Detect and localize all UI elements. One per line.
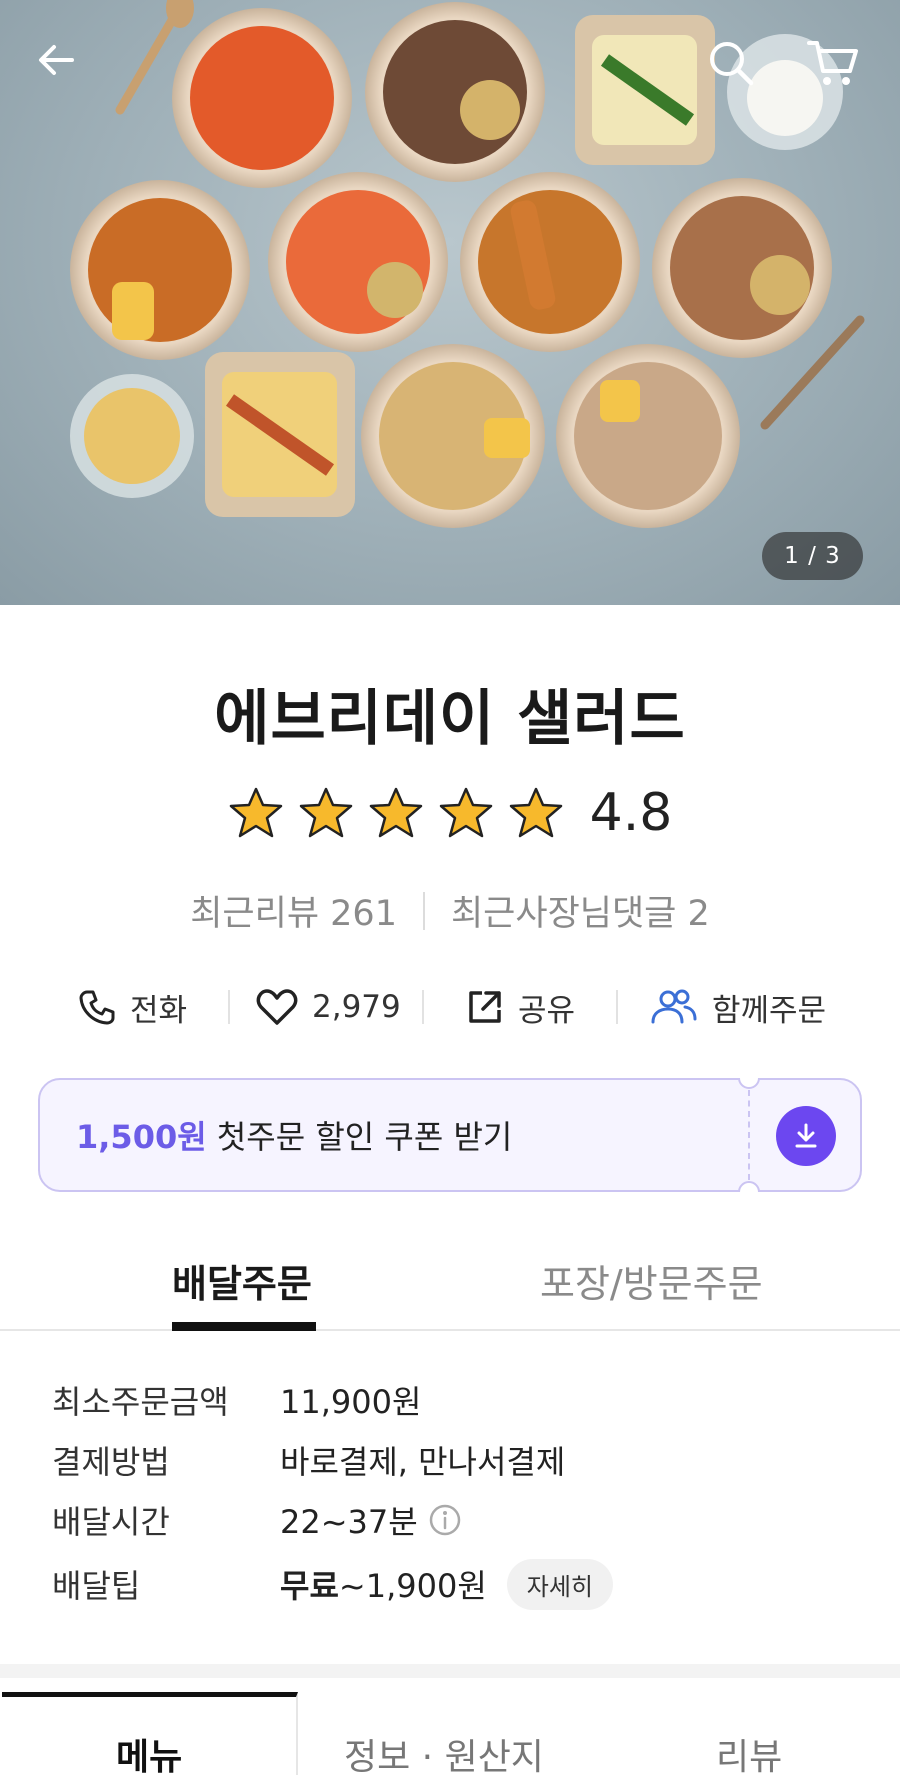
share-label: 공유 — [518, 992, 576, 1029]
like-button[interactable]: 2,979 — [256, 988, 401, 1026]
divider — [616, 990, 618, 1024]
owner-replies-link[interactable]: 최근사장님댓글 2 — [451, 885, 710, 936]
star-icon — [439, 787, 492, 838]
heart-icon — [256, 989, 298, 1025]
coupon-perforation — [748, 1090, 750, 1180]
delivery-fee-detail-button[interactable]: 자세히 — [506, 1558, 614, 1610]
delivery-fee-range: ~1,900원 — [338, 1567, 487, 1605]
tab-menu[interactable]: 메뉴 — [116, 1728, 182, 1775]
store-section-tabs: 메뉴 정보 · 원산지 리뷰 — [0, 1690, 900, 1775]
star-icon — [229, 787, 282, 838]
store-name: 에브리데이 샐러드 — [214, 684, 686, 754]
divider — [422, 990, 424, 1024]
call-label: 전화 — [130, 992, 188, 1029]
tab-info-origin[interactable]: 정보 · 원산지 — [344, 1728, 544, 1775]
store-hero-image[interactable]: 1 / 3 — [0, 0, 900, 605]
download-icon — [795, 1123, 817, 1148]
cart-icon — [807, 41, 858, 85]
coupon-notch — [738, 1181, 760, 1192]
arrow-left-icon — [39, 45, 74, 75]
rating-row[interactable]: 4.8 — [0, 783, 900, 843]
delivery-fee-group: 무료~1,900원 자세히 — [280, 1558, 614, 1610]
search-button[interactable] — [706, 38, 766, 98]
search-icon — [710, 42, 754, 86]
coupon-download-button[interactable] — [776, 1106, 836, 1166]
group-order-button[interactable]: 함께주문 — [650, 985, 826, 1030]
min-order-value: 11,900원 — [280, 1383, 422, 1421]
tab-pickup-order[interactable]: 포장/방문주문 — [540, 1253, 763, 1308]
group-order-label: 함께주문 — [712, 992, 827, 1029]
info-row-delivery-time: 배달시간 22~37분 — [52, 1498, 852, 1542]
info-row-min-order: 최소주문금액 11,900원 — [52, 1378, 852, 1422]
info-icon[interactable] — [428, 1503, 462, 1537]
delivery-fee-label: 배달팁 — [52, 1567, 141, 1605]
info-row-payment: 결제방법 바로결제, 만나서결제 — [52, 1438, 852, 1482]
recent-reviews-link[interactable]: 최근리뷰 261 — [190, 885, 397, 936]
phone-icon — [79, 990, 115, 1025]
delivery-fee-value: 무료~1,900원 — [280, 1561, 487, 1607]
min-order-label: 최소주문금액 — [52, 1383, 229, 1421]
delivery-fee-free: 무료 — [280, 1567, 339, 1605]
store-actions: 전화 2,979 공유 함께주문 — [60, 975, 850, 1039]
delivery-time-group: 22~37분 — [280, 1497, 462, 1543]
section-divider — [0, 1664, 900, 1678]
star-icon — [509, 787, 562, 838]
delivery-time-value: 22~37분 — [280, 1503, 418, 1541]
payment-value: 바로결제, 만나서결제 — [280, 1443, 566, 1481]
payment-label: 결제방법 — [52, 1443, 170, 1481]
share-icon — [469, 991, 501, 1023]
first-order-coupon[interactable]: 1,500원 첫주문 할인 쿠폰 받기 — [38, 1078, 862, 1192]
call-button[interactable]: 전화 — [78, 985, 187, 1030]
group-users-icon — [651, 989, 697, 1024]
tab-delivery-order[interactable]: 배달주문 — [172, 1253, 312, 1308]
coupon-description: 첫주문 할인 쿠폰 받기 — [216, 1118, 513, 1156]
star-icon — [299, 787, 352, 838]
like-count: 2,979 — [312, 989, 401, 1025]
divider — [422, 891, 425, 930]
active-tab-indicator — [172, 1322, 316, 1331]
cart-button[interactable] — [806, 38, 866, 98]
star-icon — [369, 787, 422, 838]
back-button[interactable] — [34, 38, 94, 98]
delivery-time-label: 배달시간 — [52, 1503, 170, 1541]
coupon-text: 1,500원 첫주문 할인 쿠폰 받기 — [76, 1112, 512, 1158]
coupon-notch — [738, 1078, 760, 1089]
rating-value: 4.8 — [589, 783, 673, 843]
coupon-amount: 1,500원 — [76, 1118, 207, 1156]
order-type-tabs: 배달주문 포장/방문주문 — [0, 1245, 900, 1331]
image-counter: 1 / 3 — [762, 532, 863, 580]
review-summary: 최근리뷰 261 최근사장님댓글 2 — [0, 885, 900, 936]
tab-review[interactable]: 리뷰 — [716, 1728, 782, 1775]
share-button[interactable]: 공유 — [466, 985, 575, 1030]
info-row-delivery-fee: 배달팁 무료~1,900원 자세히 — [52, 1558, 852, 1610]
divider — [228, 990, 230, 1024]
